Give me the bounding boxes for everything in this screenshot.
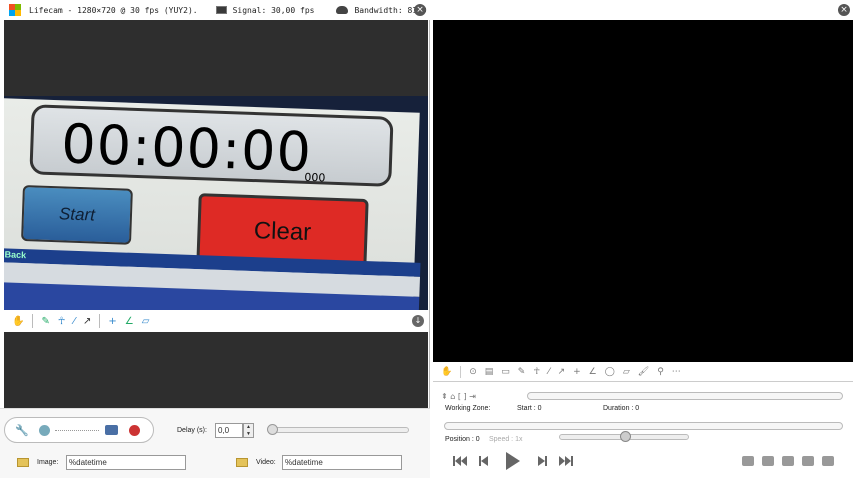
- pill-divider: [55, 430, 99, 431]
- comment-tool-icon[interactable]: ▤: [485, 367, 494, 377]
- position-track[interactable]: [444, 422, 843, 430]
- bandwidth-icon: [336, 6, 349, 14]
- timer-text: 00:00:00: [60, 112, 313, 185]
- video-bottom-margin: [4, 332, 428, 408]
- angle-tool-icon[interactable]: ∠: [125, 316, 134, 327]
- toolbar-separator: [460, 365, 462, 378]
- last-frame-icon[interactable]: [559, 456, 573, 466]
- image-folder-icon[interactable]: [17, 458, 29, 467]
- multi-snapshot-icon[interactable]: [762, 456, 774, 466]
- person-tool-icon[interactable]: ☥: [58, 316, 65, 327]
- hand-tool-icon[interactable]: ✋: [441, 367, 452, 377]
- playback-video-view[interactable]: [433, 20, 853, 362]
- close-capture-button[interactable]: ×: [414, 4, 426, 16]
- captured-start-button: Start: [21, 184, 133, 245]
- pencil-tool-icon[interactable]: ✎: [41, 316, 49, 327]
- timer-display: 00:00:00 000: [29, 104, 394, 187]
- delay-label: Delay (s):: [177, 427, 207, 434]
- speed-slider[interactable]: [559, 431, 689, 442]
- settings-wrench-icon[interactable]: 🔧: [15, 424, 29, 437]
- toolbar-separator: [99, 314, 101, 328]
- angle-tool-icon[interactable]: ∠: [589, 367, 597, 377]
- pause-icon[interactable]: [39, 425, 50, 436]
- working-zone-track[interactable]: [527, 392, 843, 400]
- playback-drawing-toolbar: ✋ ⊙ ▤ ▭ ✎ ☥ ⁄ ↗ + ∠ ◯ ▱ 🖌 ⚲ ⋯: [433, 362, 853, 382]
- line-tool-icon[interactable]: ⁄: [548, 367, 550, 377]
- image-filename-input[interactable]: %datetime: [66, 455, 186, 470]
- close-playback-button[interactable]: ×: [838, 4, 850, 16]
- position-label: Position : 0: [445, 436, 480, 443]
- plane-tool-icon[interactable]: ▱: [623, 367, 630, 377]
- line-tool-icon[interactable]: ⁄: [73, 316, 75, 327]
- arrow-tool-icon[interactable]: ↗: [558, 367, 566, 377]
- capture-controls: 🔧 Delay (s): 0,0 ▲ ▼ Image: %datetime Vid…: [0, 408, 430, 478]
- snapshot-camera-icon[interactable]: [105, 425, 118, 435]
- cross-tool-icon[interactable]: +: [573, 367, 581, 377]
- grid-tool-icon[interactable]: ⋯: [672, 367, 681, 377]
- circle-tool-icon[interactable]: ◯: [605, 367, 615, 377]
- image-label: Image:: [37, 459, 59, 466]
- toolbar-separator: [32, 314, 34, 328]
- grid-tool-icon[interactable]: ▱: [142, 316, 150, 327]
- delay-input[interactable]: 0,0: [215, 423, 243, 438]
- playback-pane: × ✋ ⊙ ▤ ▭ ✎ ☥ ⁄ ↗ + ∠ ◯ ▱ 🖌 ⚲ ⋯: [431, 0, 854, 478]
- export-slideshow-icon[interactable]: [802, 456, 814, 466]
- zone-start: Start : 0: [517, 405, 542, 412]
- speed-slider-thumb[interactable]: [619, 431, 631, 442]
- person-tool-icon[interactable]: ☥: [533, 367, 540, 377]
- hand-tool-icon[interactable]: ✋: [12, 316, 24, 327]
- previous-frame-icon[interactable]: [479, 456, 488, 466]
- play-icon[interactable]: [506, 452, 520, 470]
- delay-slider-thumb[interactable]: [267, 424, 278, 435]
- timer-milliseconds: 000: [304, 170, 326, 185]
- working-zone-label: Working Zone:: [445, 405, 491, 412]
- export-diaporama-icon[interactable]: [822, 456, 834, 466]
- key-image-icon[interactable]: ⊙: [469, 367, 477, 377]
- next-frame-icon[interactable]: [538, 456, 547, 466]
- export-icons: [742, 456, 834, 466]
- camera-info: Lifecam - 1280×720 @ 30 fps (YUY2).: [29, 5, 198, 15]
- captured-screen: 00:00:00 000 Start Clear Back: [4, 98, 421, 310]
- video-folder-icon[interactable]: [236, 458, 248, 467]
- brush-tool-icon[interactable]: 🖌: [638, 367, 649, 377]
- video-top-margin: [4, 20, 428, 96]
- camera-video-view[interactable]: 00:00:00 000 Start Clear Back: [4, 96, 428, 310]
- arrow-tool-icon[interactable]: ↗: [83, 316, 91, 327]
- captured-back-label: Back: [4, 249, 27, 261]
- first-frame-icon[interactable]: [453, 456, 467, 466]
- pencil-tool-icon[interactable]: ✎: [518, 367, 526, 377]
- record-icon[interactable]: [129, 425, 140, 436]
- playback-controls: [453, 452, 573, 470]
- video-label: Video:: [256, 459, 276, 466]
- export-video-icon[interactable]: [782, 456, 794, 466]
- magnifier-tool-icon[interactable]: ⚲: [657, 367, 664, 377]
- capture-pane: Lifecam - 1280×720 @ 30 fps (YUY2). Sign…: [0, 0, 430, 478]
- windows-logo-icon: [9, 4, 21, 16]
- capture-button-group: 🔧: [4, 417, 154, 443]
- drawing-toolbar: ✋ ✎ ☥ ⁄ ↗ + ∠ ▱ ↓: [4, 310, 428, 332]
- delay-stepper[interactable]: ▲ ▼: [243, 423, 254, 438]
- cross-tool-icon[interactable]: +: [108, 316, 116, 327]
- snapshot-icon[interactable]: [742, 456, 754, 466]
- working-zone-icons[interactable]: ⇞ ⌂ [ ] ⇥: [441, 392, 476, 401]
- zone-duration: Duration : 0: [603, 405, 640, 412]
- label-tool-icon[interactable]: ▭: [501, 367, 510, 377]
- delay-slider[interactable]: [267, 424, 409, 435]
- video-filename-input[interactable]: %datetime: [282, 455, 402, 470]
- monitor-icon: [215, 6, 227, 14]
- download-icon[interactable]: ↓: [412, 315, 424, 327]
- speed-label: Speed : 1x: [489, 436, 523, 443]
- signal-info: Signal: 30,00 fps: [232, 5, 315, 15]
- capture-title-bar: Lifecam - 1280×720 @ 30 fps (YUY2). Sign…: [0, 0, 430, 20]
